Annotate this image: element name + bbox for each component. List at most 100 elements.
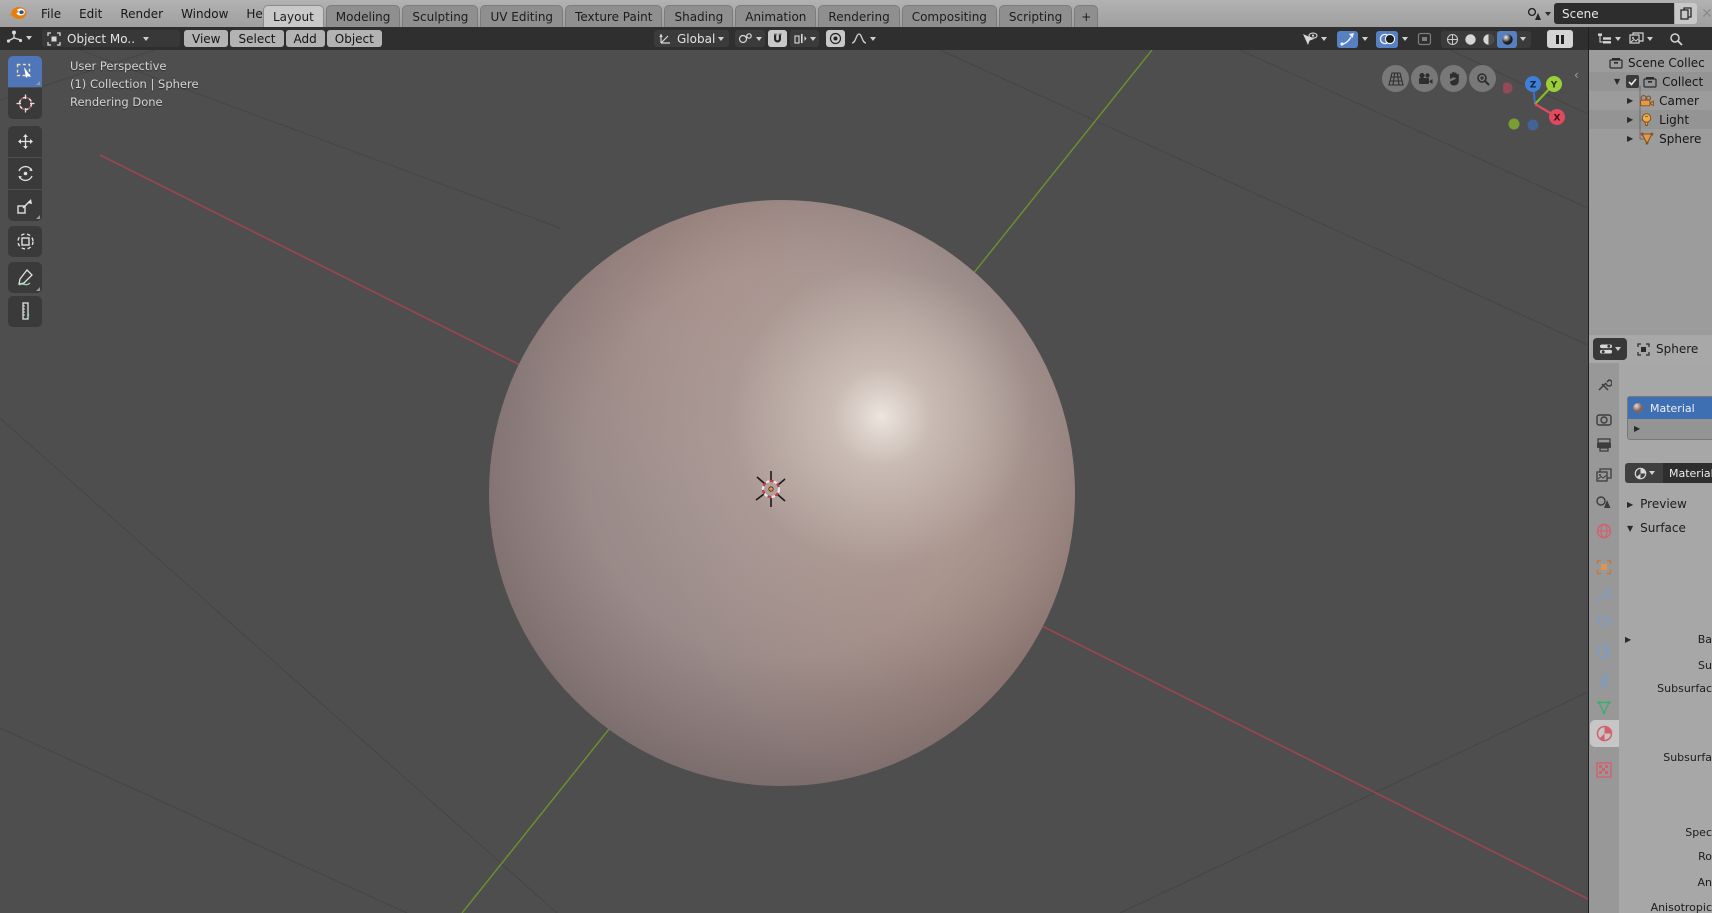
tab-sculpting[interactable]: Sculpting (402, 5, 478, 27)
tab-modeling[interactable]: Modeling (326, 5, 401, 27)
tab-render[interactable] (1596, 413, 1612, 427)
base-color-expand-icon[interactable]: ▶ (1625, 635, 1631, 644)
xray-toggle[interactable] (1417, 32, 1432, 46)
shading-dropdown-icon[interactable] (1520, 37, 1526, 41)
select-menu[interactable]: Select (230, 30, 283, 47)
material-name-field[interactable]: Material (1663, 463, 1712, 483)
tool-measure[interactable] (8, 296, 42, 327)
scene-browse-button[interactable] (1524, 3, 1554, 24)
zoom-view-button[interactable] (1469, 65, 1496, 92)
surface-panel-header[interactable]: ▼ Surface (1627, 521, 1686, 535)
material-browse-button[interactable] (1625, 463, 1663, 483)
blender-logo-icon[interactable] (8, 4, 28, 22)
snap-with-icon (793, 32, 807, 45)
properties-editor-type-button[interactable] (1593, 338, 1627, 360)
tab-texture-paint[interactable]: Texture Paint (565, 5, 662, 27)
tool-annotate[interactable] (8, 262, 42, 293)
tab-object-data[interactable] (1596, 700, 1612, 715)
tab-tool[interactable] (1596, 377, 1612, 393)
tab-texture[interactable] (1596, 762, 1612, 778)
tab-physics[interactable] (1596, 643, 1612, 659)
tab-world[interactable] (1596, 523, 1612, 539)
snap-toggle[interactable] (768, 30, 787, 47)
camera-view-button[interactable] (1411, 65, 1438, 92)
tool-transform[interactable] (8, 226, 42, 257)
outliner-row-sphere[interactable]: ▶ Sphere (1589, 129, 1712, 148)
object-visibility-dropdown[interactable] (1298, 31, 1330, 48)
outliner-row-collection[interactable]: ▼ Collect (1589, 72, 1712, 91)
disclosure-right-icon[interactable]: ▶ (1627, 115, 1633, 124)
tab-material[interactable] (1596, 725, 1613, 742)
menu-edit[interactable]: Edit (70, 0, 111, 27)
outliner-row-camera[interactable]: ▶ Camer (1589, 91, 1712, 110)
tab-modifiers[interactable] (1596, 587, 1612, 603)
collection-checkbox[interactable] (1626, 75, 1639, 88)
tool-cursor[interactable] (8, 88, 42, 119)
shading-solid-button[interactable] (1461, 33, 1479, 46)
shading-rendered-button[interactable] (1497, 31, 1517, 48)
tab-object[interactable] (1596, 559, 1612, 575)
snap-target-dropdown[interactable] (735, 30, 765, 47)
tab-view-layer[interactable] (1596, 468, 1612, 482)
disclosure-right-icon[interactable]: ▶ (1627, 96, 1633, 105)
toggle-perspective-button[interactable] (1382, 65, 1409, 92)
proportional-editing-toggle[interactable] (826, 30, 845, 47)
pause-render-button[interactable] (1547, 30, 1573, 48)
tool-rotate[interactable] (8, 158, 42, 189)
tool-move[interactable] (8, 126, 42, 157)
show-overlays-toggle[interactable] (1376, 31, 1398, 48)
editor-divider[interactable] (1589, 308, 1712, 337)
disclosure-down-icon[interactable]: ▼ (1614, 77, 1620, 86)
gizmo-neg-y-axis[interactable] (1509, 119, 1520, 130)
tab-compositing[interactable]: Compositing (902, 5, 997, 27)
snap-with-dropdown[interactable] (790, 30, 819, 47)
scene-name-field[interactable]: Scene (1554, 3, 1674, 24)
preview-panel-header[interactable]: ▶ Preview (1627, 497, 1687, 511)
gizmo-neg-z-axis[interactable] (1528, 120, 1539, 131)
gizmo-dropdown-icon[interactable] (1362, 37, 1368, 41)
add-workspace-tab[interactable]: + (1074, 5, 1098, 27)
tab-animation[interactable]: Animation (735, 5, 816, 27)
outliner-row-scene-collection[interactable]: Scene Collec (1589, 53, 1712, 72)
shading-wireframe-button[interactable] (1443, 33, 1461, 46)
material-slot-empty-row[interactable]: ▶ (1628, 419, 1712, 437)
transform-orientation-dropdown[interactable]: Global (654, 30, 729, 47)
gizmo-neg-x-axis[interactable] (1503, 83, 1513, 94)
sidebar-collapse-chevron[interactable]: ‹ (1574, 68, 1579, 82)
outliner-display-mode-dropdown[interactable] (1597, 32, 1621, 45)
outliner-search-button[interactable] (1669, 32, 1683, 46)
tab-constraints[interactable] (1596, 672, 1612, 688)
menu-file[interactable]: File (32, 0, 70, 27)
tab-scripting[interactable]: Scripting (999, 5, 1072, 27)
tab-layout[interactable]: Layout (263, 5, 324, 27)
outliner-filter-dropdown[interactable] (1629, 32, 1653, 45)
tab-shading[interactable]: Shading (664, 5, 733, 27)
disclosure-right-icon[interactable]: ▶ (1627, 134, 1633, 143)
add-menu[interactable]: Add (286, 30, 325, 47)
falloff-dropdown[interactable] (848, 30, 879, 47)
show-gizmo-toggle[interactable] (1337, 31, 1358, 48)
mode-dropdown[interactable]: Object Mo.. (42, 30, 180, 47)
tab-scene[interactable] (1596, 495, 1612, 509)
editor-type-button[interactable] (6, 30, 32, 45)
shading-material-button[interactable] (1479, 33, 1497, 46)
navigation-gizmo[interactable]: Z Y X (1503, 72, 1567, 136)
tab-particles[interactable] (1596, 615, 1612, 630)
menu-window[interactable]: Window (172, 0, 237, 27)
material-slot-selected[interactable]: Material (1628, 397, 1712, 419)
tab-uv-editing[interactable]: UV Editing (480, 5, 563, 27)
unlink-scene-button[interactable]: ✕ (1697, 3, 1712, 24)
object-menu[interactable]: Object (327, 30, 382, 47)
view-menu[interactable]: View (184, 30, 228, 47)
outliner-row-light[interactable]: ▶ Light (1589, 110, 1712, 129)
menu-render[interactable]: Render (111, 0, 172, 27)
tab-rendering[interactable]: Rendering (818, 5, 899, 27)
3d-viewport[interactable]: User Perspective (1) Collection | Sphere… (0, 50, 1588, 913)
tool-select-box[interactable] (8, 56, 42, 87)
tool-scale[interactable] (8, 190, 42, 221)
overlays-dropdown-icon[interactable] (1402, 37, 1408, 41)
pan-view-button[interactable] (1440, 65, 1467, 92)
new-scene-button[interactable] (1675, 3, 1697, 24)
tab-output[interactable] (1596, 438, 1612, 452)
slot-list-expand-icon[interactable]: ▶ (1634, 424, 1640, 433)
